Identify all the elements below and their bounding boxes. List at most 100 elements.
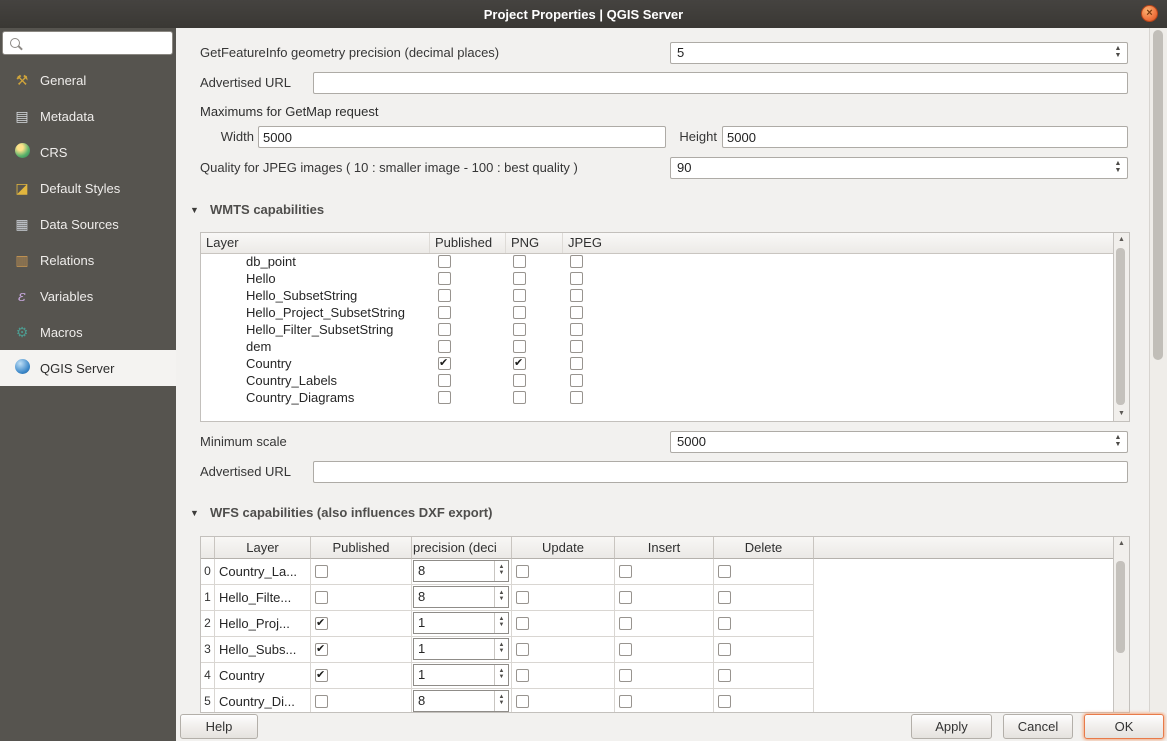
published-checkbox[interactable] (315, 591, 328, 604)
spinner-arrows[interactable]: ▲▼ (1111, 432, 1125, 452)
jpeg-quality-spinbox[interactable]: 90 ▲▼ (670, 157, 1128, 179)
png-checkbox[interactable] (513, 306, 526, 319)
jpeg-checkbox[interactable] (570, 374, 583, 387)
spinner-arrows[interactable]: ▲▼ (494, 561, 508, 581)
table-row[interactable]: Country (201, 355, 1114, 372)
layer-name-cell[interactable]: Country_Di... (215, 689, 311, 713)
wmts-scrollbar[interactable]: ▲ ▼ (1113, 233, 1129, 421)
png-checkbox[interactable] (513, 323, 526, 336)
precision-spinbox[interactable]: 1▲▼ (413, 664, 509, 686)
sidebar-item-relations[interactable]: ▥ Relations (0, 242, 176, 278)
sidebar-item-data-sources[interactable]: ▦ Data Sources (0, 206, 176, 242)
spinner-arrows[interactable]: ▲▼ (1111, 158, 1125, 178)
scrollbar-handle[interactable] (1153, 30, 1163, 360)
ok-button[interactable]: OK (1084, 714, 1164, 739)
published-checkbox[interactable] (438, 357, 451, 370)
precision-spinbox[interactable]: 1▲▼ (413, 612, 509, 634)
delete-checkbox[interactable] (718, 695, 731, 708)
sidebar-item-default-styles[interactable]: ◪ Default Styles (0, 170, 176, 206)
update-checkbox[interactable] (516, 591, 529, 604)
sidebar-item-crs[interactable]: CRS (0, 134, 176, 170)
help-button[interactable]: Help (180, 714, 258, 739)
published-checkbox[interactable] (438, 374, 451, 387)
search-input[interactable] (23, 33, 172, 55)
published-checkbox[interactable] (438, 306, 451, 319)
jpeg-checkbox[interactable] (570, 306, 583, 319)
spin-down-icon[interactable]: ▼ (499, 597, 505, 603)
precision-spinbox[interactable]: 8▲▼ (413, 586, 509, 608)
published-checkbox[interactable] (438, 340, 451, 353)
spin-down-icon[interactable]: ▼ (499, 675, 505, 681)
spin-down-icon[interactable]: ▼ (499, 649, 505, 655)
spin-down-icon[interactable]: ▼ (1115, 53, 1122, 60)
advertised-url-input[interactable] (313, 72, 1128, 94)
spin-down-icon[interactable]: ▼ (1115, 168, 1122, 175)
titlebar[interactable]: Project Properties | QGIS Server × (0, 0, 1167, 28)
delete-checkbox[interactable] (718, 591, 731, 604)
jpeg-checkbox[interactable] (570, 323, 583, 336)
jpeg-checkbox[interactable] (570, 391, 583, 404)
png-checkbox[interactable] (513, 374, 526, 387)
update-checkbox[interactable] (516, 565, 529, 578)
minimum-scale-spinbox[interactable]: 5000 ▲▼ (670, 431, 1128, 453)
delete-checkbox[interactable] (718, 565, 731, 578)
update-checkbox[interactable] (516, 643, 529, 656)
height-input[interactable] (722, 126, 1128, 148)
png-checkbox[interactable] (513, 289, 526, 302)
insert-checkbox[interactable] (619, 695, 632, 708)
delete-checkbox[interactable] (718, 643, 731, 656)
table-row[interactable]: db_point (201, 253, 1114, 270)
sidebar-item-macros[interactable]: ⚙ Macros (0, 314, 176, 350)
close-button[interactable]: × (1141, 5, 1158, 22)
spin-down-icon[interactable]: ▼ (499, 701, 505, 707)
update-checkbox[interactable] (516, 695, 529, 708)
jpeg-checkbox[interactable] (570, 289, 583, 302)
spin-down-icon[interactable]: ▼ (499, 571, 505, 577)
scroll-down-icon[interactable]: ▼ (1114, 407, 1129, 421)
scrollbar-handle[interactable] (1116, 248, 1125, 405)
published-checkbox[interactable] (438, 272, 451, 285)
published-checkbox[interactable] (438, 289, 451, 302)
table-row[interactable]: Hello_Project_SubsetString (201, 304, 1114, 321)
layer-name-cell[interactable]: Country_La... (215, 559, 311, 585)
published-checkbox[interactable] (315, 669, 328, 682)
precision-spinbox[interactable]: 8▲▼ (413, 690, 509, 712)
jpeg-checkbox[interactable] (570, 272, 583, 285)
collapse-triangle-icon[interactable]: ▼ (190, 202, 199, 218)
published-checkbox[interactable] (315, 643, 328, 656)
spin-down-icon[interactable]: ▼ (499, 623, 505, 629)
spinner-arrows[interactable]: ▲▼ (494, 665, 508, 685)
png-checkbox[interactable] (513, 357, 526, 370)
geometry-precision-spinbox[interactable]: 5 ▲▼ (670, 42, 1128, 64)
delete-checkbox[interactable] (718, 669, 731, 682)
main-scrollbar[interactable] (1149, 28, 1167, 712)
scroll-up-icon[interactable]: ▲ (1114, 537, 1129, 551)
sidebar-item-qgis-server[interactable]: QGIS Server (0, 350, 176, 386)
published-checkbox[interactable] (315, 565, 328, 578)
published-checkbox[interactable] (438, 323, 451, 336)
spinner-arrows[interactable]: ▲▼ (494, 613, 508, 633)
insert-checkbox[interactable] (619, 591, 632, 604)
precision-spinbox[interactable]: 8▲▼ (413, 560, 509, 582)
update-checkbox[interactable] (516, 617, 529, 630)
width-input[interactable] (258, 126, 666, 148)
scrollbar-handle[interactable] (1116, 561, 1125, 653)
published-checkbox[interactable] (438, 255, 451, 268)
layer-name-cell[interactable]: Hello_Filte... (215, 585, 311, 611)
jpeg-checkbox[interactable] (570, 357, 583, 370)
insert-checkbox[interactable] (619, 617, 632, 630)
layer-name-cell[interactable]: Country (215, 663, 311, 689)
table-row[interactable]: Country_Labels (201, 372, 1114, 389)
published-checkbox[interactable] (438, 391, 451, 404)
png-checkbox[interactable] (513, 391, 526, 404)
png-checkbox[interactable] (513, 340, 526, 353)
published-checkbox[interactable] (315, 695, 328, 708)
delete-checkbox[interactable] (718, 617, 731, 630)
png-checkbox[interactable] (513, 272, 526, 285)
insert-checkbox[interactable] (619, 565, 632, 578)
spinner-arrows[interactable]: ▲▼ (494, 639, 508, 659)
spinner-arrows[interactable]: ▲▼ (1111, 43, 1125, 63)
spinner-arrows[interactable]: ▲▼ (494, 691, 508, 711)
collapse-triangle-icon[interactable]: ▼ (190, 505, 199, 521)
spinner-arrows[interactable]: ▲▼ (494, 587, 508, 607)
